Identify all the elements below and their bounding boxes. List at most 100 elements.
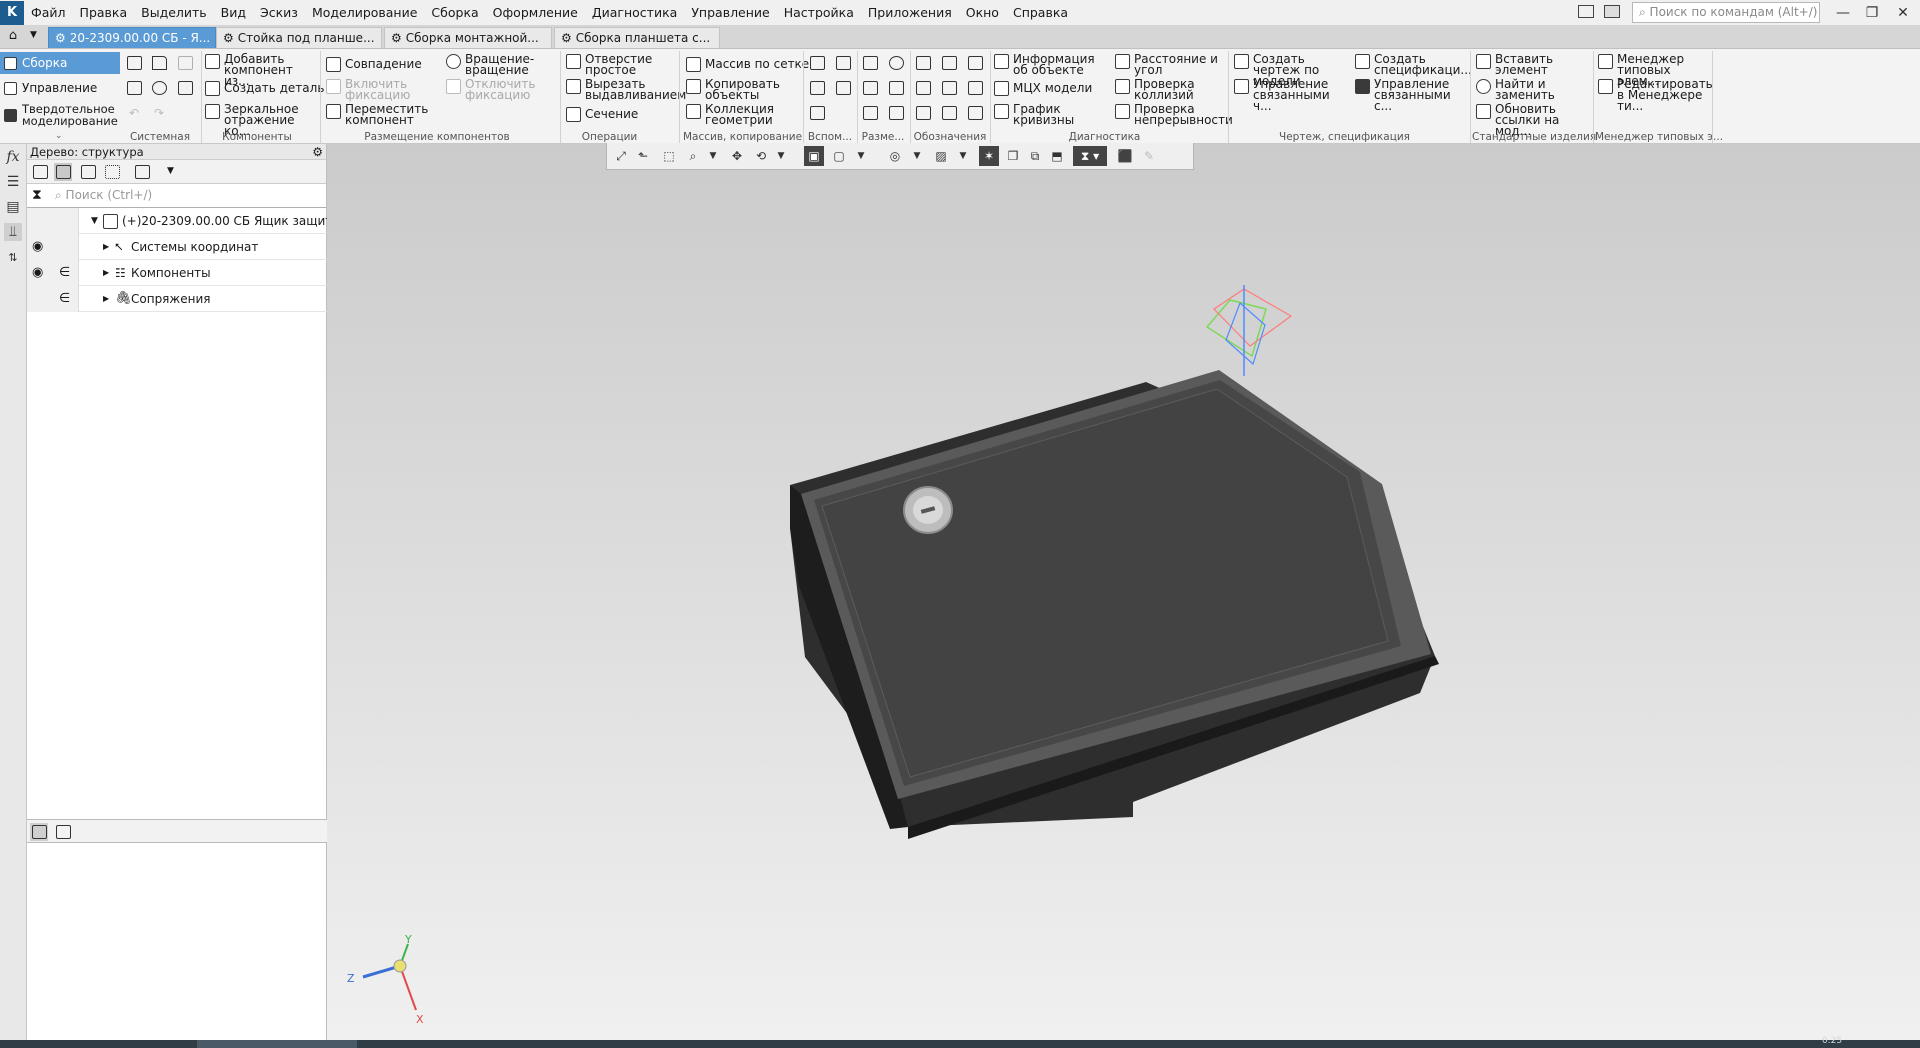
geometry-collection-button[interactable]: Коллекция геометрии (686, 103, 780, 126)
zoom-icon[interactable]: ⌕ (683, 146, 703, 166)
enable-fix-button[interactable]: Включить фиксацию (326, 78, 420, 101)
properties-icon[interactable]: ▤ (4, 198, 22, 216)
menu-diagnostics[interactable]: Диагностика (585, 0, 684, 25)
rotate-dropdown-icon[interactable]: ▼ (771, 146, 791, 166)
properties-view-icon[interactable] (54, 823, 72, 841)
radius-dim-icon[interactable] (887, 79, 905, 97)
aux-plane-icon[interactable] (808, 54, 826, 72)
menu-view[interactable]: Вид (214, 0, 253, 25)
copy-view-icon[interactable]: ❐ (1003, 146, 1023, 166)
redo-icon[interactable]: ↷ (150, 104, 168, 122)
create-spec-button[interactable]: Создать спецификаци... (1355, 53, 1472, 76)
cut-extrude-button[interactable]: Вырезать выдавливанием (566, 78, 686, 101)
menu-assembly[interactable]: Сборка (424, 0, 485, 25)
menu-sketch[interactable]: Эскиз (253, 0, 305, 25)
selection-filter-icon[interactable]: ⧗ ▾ (1073, 146, 1107, 166)
aux-axis-icon[interactable] (834, 54, 852, 72)
find-replace-button[interactable]: Найти и заменить (1476, 78, 1570, 101)
tree-node-mates[interactable]: ∈ ▶ 🖇 Сопряжения (27, 286, 327, 312)
aux-point-icon[interactable] (834, 79, 852, 97)
tree-filter-icon[interactable] (133, 163, 151, 181)
restore-icon[interactable]: ❐ (1855, 0, 1889, 25)
mode-assembly[interactable]: Сборка (0, 52, 120, 74)
shaded-view-icon[interactable]: ▣ (804, 146, 824, 166)
manage-linked-specs-button[interactable]: Управление связанными с... (1355, 78, 1464, 112)
menu-help[interactable]: Справка (1006, 0, 1075, 25)
snap-icon[interactable]: ✶ (979, 146, 999, 166)
angular-dim-icon[interactable] (887, 54, 905, 72)
tree-select-icon[interactable] (103, 163, 121, 181)
edit-in-manager-button[interactable]: Редактировать в Менеджере ти... (1598, 78, 1713, 112)
measure-icon[interactable]: ⬛ (1115, 146, 1135, 166)
visibility-eye-icon[interactable]: ◉ (32, 260, 43, 286)
expand-arrow-icon[interactable]: ▶ (103, 260, 109, 286)
text-icon[interactable] (940, 104, 958, 122)
object-info-button[interactable]: Информация об объекте (994, 53, 1108, 76)
rotate-icon[interactable]: ⟲ (751, 146, 771, 166)
menu-apps[interactable]: Приложения (861, 0, 959, 25)
tree-view-icon[interactable] (30, 823, 48, 841)
hide-dropdown-icon[interactable]: ▼ (907, 146, 927, 166)
mark-icon[interactable] (966, 79, 984, 97)
app-logo[interactable]: K (0, 0, 24, 25)
aux-curve-icon[interactable] (808, 104, 826, 122)
preview-icon[interactable] (150, 79, 168, 97)
tab-document-3[interactable]: ⚙ Сборка монтажной... (384, 27, 552, 48)
home-icon[interactable]: ⌂ (4, 28, 22, 46)
menu-modeling[interactable]: Моделирование (305, 0, 424, 25)
tab-document-4[interactable]: ⚙ Сборка планшета с... (554, 27, 720, 48)
disable-fix-button[interactable]: Отключить фиксацию (446, 78, 545, 101)
distance-angle-button[interactable]: Расстояние и угол (1115, 53, 1219, 76)
screenshot-icon[interactable] (1604, 5, 1620, 18)
close-icon[interactable]: ✕ (1886, 0, 1920, 25)
fit-icon[interactable]: ⬚ (659, 146, 679, 166)
tree-hierarchy-icon[interactable] (54, 163, 72, 181)
diameter-dim-icon[interactable] (861, 79, 879, 97)
tab-document-1[interactable]: ⚙ 20-2309.00.00 СБ - Я... ✕ (48, 27, 216, 48)
model-viewport[interactable]: Y Z X (327, 144, 1920, 1040)
tabs-dropdown-icon[interactable]: ▼ (30, 30, 37, 40)
filter-funnel-icon[interactable]: ⧗ (32, 187, 42, 203)
include-icon[interactable]: ∈ (59, 260, 70, 286)
continuity-check-button[interactable]: Проверка непрерывности (1115, 103, 1233, 126)
include-icon[interactable]: ∈ (59, 286, 70, 312)
explode-icon[interactable]: ⬒ (1047, 146, 1067, 166)
pan-icon[interactable]: ✥ (727, 146, 747, 166)
mass-props-button[interactable]: МЦХ модели (994, 81, 1092, 96)
create-part-button[interactable]: Создать деталь (205, 81, 324, 96)
leader-icon[interactable] (914, 54, 932, 72)
tree-icon[interactable]: ⫫ (4, 223, 22, 241)
tree-search-bar[interactable]: ⧗ ⌕ Поиск (Ctrl+/) (27, 184, 326, 208)
menu-design[interactable]: Оформление (486, 0, 585, 25)
mode-solid-modeling[interactable]: Твердотельное моделирование (0, 101, 120, 129)
tree-search-input[interactable]: ⌕ Поиск (Ctrl+/) (55, 188, 152, 203)
rotation-rotation-button[interactable]: Вращение-вращение (446, 53, 535, 76)
tree-node-coordinate-systems[interactable]: ◉ ▶ ⭦ Системы координат (27, 234, 327, 260)
aux-line-icon[interactable] (808, 79, 826, 97)
orient-icon[interactable]: ⬑ (633, 146, 653, 166)
expand-arrow-icon[interactable]: ▶ (103, 286, 109, 312)
section-view-icon[interactable]: ▨ (931, 146, 951, 166)
coincidence-button[interactable]: Совпадение (326, 57, 422, 72)
visibility-eye-icon[interactable]: ◉ (32, 234, 43, 260)
settings-gear-icon[interactable]: ⚙ (312, 144, 323, 160)
section-button[interactable]: Сечение (566, 107, 638, 122)
hide-icon[interactable]: ◎ (885, 146, 905, 166)
manage-linked-drawings-button[interactable]: Управление связанными ч... (1234, 78, 1348, 112)
tolerance-icon[interactable] (914, 79, 932, 97)
section-dropdown-icon[interactable]: ▼ (953, 146, 973, 166)
curvature-graph-button[interactable]: График кривизны (994, 103, 1083, 126)
move-component-button[interactable]: Переместить компонент (326, 103, 428, 126)
copy-objects-button[interactable]: Копировать объекты (686, 78, 780, 101)
menu-select[interactable]: Выделить (134, 0, 214, 25)
collision-check-button[interactable]: Проверка коллизий (1115, 78, 1214, 101)
menu-edit[interactable]: Правка (73, 0, 135, 25)
weld-icon[interactable] (940, 79, 958, 97)
mode-manage[interactable]: Управление (0, 77, 120, 99)
display-dropdown-icon[interactable]: ▼ (851, 146, 871, 166)
tree-root-row[interactable]: ▼ (+)20-2309.00.00 СБ Ящик защитный д (27, 208, 327, 234)
auto-dim-icon[interactable] (861, 104, 879, 122)
save-as-icon[interactable] (176, 79, 194, 97)
tab-document-2[interactable]: ⚙ Стойка под планше... (216, 27, 382, 48)
grid-array-button[interactable]: Массив по сетке (686, 57, 809, 72)
